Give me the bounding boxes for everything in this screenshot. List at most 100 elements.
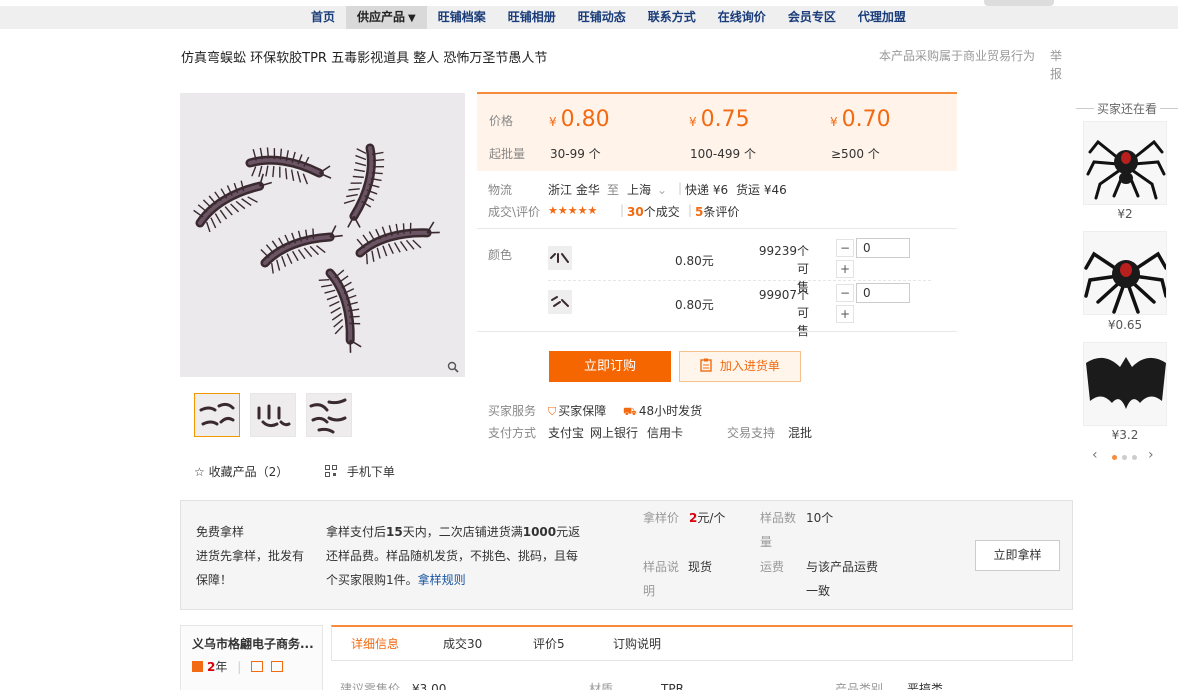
qty-increment-button-1[interactable]: + xyxy=(836,260,854,278)
tab-order-notes[interactable]: 订购说明 xyxy=(613,635,661,652)
rail-price-2: ¥0.65 xyxy=(1107,318,1143,332)
reviews-text: 条评价 xyxy=(703,205,740,219)
deals-num: 30 xyxy=(627,205,644,219)
years-text: 年 xyxy=(215,660,228,674)
qty-input-1[interactable] xyxy=(856,238,910,258)
chevron-right-icon[interactable]: › xyxy=(1148,447,1154,463)
nav-album[interactable]: 旺铺相册 xyxy=(497,6,567,29)
rail-item-3[interactable] xyxy=(1083,342,1167,426)
attr-retail-price: 建议零售价 ¥3.00 xyxy=(340,680,446,690)
sample-price-label: 拿样价 xyxy=(643,511,680,525)
bat-image xyxy=(1084,343,1166,425)
trade-note: 本产品采购属于商业贸易行为 xyxy=(879,49,1036,63)
reviews-count-link[interactable]: 5条评价 xyxy=(695,203,739,220)
nav-profile[interactable]: 旺铺档案 xyxy=(427,6,497,29)
buyer-guarantee[interactable]: ⛉ 买家保障 xyxy=(548,402,606,419)
tab-details[interactable]: 详细信息 xyxy=(351,635,399,652)
currency-symbol: ¥ xyxy=(549,115,557,129)
sample-ship-value: 一致 xyxy=(806,584,831,598)
mobile-order-button[interactable]: 手机下单 xyxy=(325,463,395,480)
zoom-icon[interactable] xyxy=(447,361,461,375)
rail-item-2[interactable] xyxy=(1083,231,1167,315)
qty-increment-button-2[interactable]: + xyxy=(836,305,854,323)
qty-input-2[interactable] xyxy=(856,283,910,303)
order-now-button[interactable]: 立即订购 xyxy=(549,351,671,382)
centipede-thumb-image xyxy=(309,398,347,434)
attr-key: 建议零售价 xyxy=(340,682,401,690)
clipboard-icon xyxy=(700,358,712,373)
shop-name-link[interactable]: 义乌市格翩电子商务... xyxy=(192,635,316,652)
rule-text: 个买家限购1件。 xyxy=(326,573,418,587)
tier-qty-3: ≥500 个 xyxy=(831,147,880,161)
tab-reviews[interactable]: 评价5 xyxy=(533,635,565,652)
rule-text: 元返 xyxy=(556,525,581,539)
spider-image xyxy=(1084,122,1166,204)
freight-fee: 货运 ¥46 xyxy=(736,183,787,197)
shop-years: 2年 | xyxy=(192,658,283,675)
thumbnail-strip xyxy=(194,393,352,437)
logistics-from: 浙江 金华 xyxy=(548,183,600,197)
currency-symbol: ¥ xyxy=(689,115,697,129)
pager-dot[interactable] xyxy=(1132,455,1137,460)
stock-line: 99907个可 xyxy=(758,288,809,320)
price-label: 价格 xyxy=(489,114,514,128)
qty-decrement-button-1[interactable]: − xyxy=(836,239,854,257)
pager-dot-active[interactable] xyxy=(1112,455,1117,460)
pager-dot[interactable] xyxy=(1122,455,1127,460)
nav-label: 代理加盟 xyxy=(857,10,906,24)
nav-contact[interactable]: 联系方式 xyxy=(637,6,707,29)
qr-code-icon xyxy=(325,465,337,479)
trade-label: 成交\评价 xyxy=(488,205,541,219)
report-link[interactable]: 举报 xyxy=(1050,47,1064,83)
attr-key: 材质 xyxy=(589,682,614,690)
nav-members[interactable]: 会员专区 xyxy=(777,6,847,29)
free-sample-panel: 免费拿样 进货先拿样，批发有 保障！ 拿样支付后15天内，二次店铺进货满1000… xyxy=(180,500,1073,610)
nav-inquiry[interactable]: 在线询价 xyxy=(707,6,777,29)
deals-count-link[interactable]: 30个成交 xyxy=(627,203,680,220)
price-value: 0.80 xyxy=(560,107,610,132)
logistics-destination-select[interactable]: 上海 ⌄ xyxy=(627,181,667,198)
favorite-button[interactable]: ☆ 收藏产品（2） xyxy=(194,463,288,480)
guarantee-label: 买家保障 xyxy=(558,404,607,418)
nav-label: 在线询价 xyxy=(717,10,766,24)
sample-rule-line: 拿样支付后15天内，二次店铺进货满1000元返 xyxy=(326,520,580,544)
tier-price-2: ¥0.75 xyxy=(689,107,750,132)
rail-pager: ‹ › xyxy=(1092,447,1158,465)
attr-material: 材质 TPR xyxy=(589,680,684,690)
sku-thumbnail-2[interactable] xyxy=(548,290,572,314)
rail-price-1: ¥2 xyxy=(1117,207,1133,221)
nav-news[interactable]: 旺铺动态 xyxy=(567,6,637,29)
tab-deals[interactable]: 成交30 xyxy=(443,635,482,652)
section-divider xyxy=(477,228,957,229)
thumbnail-1[interactable] xyxy=(194,393,240,437)
add-to-cart-button[interactable]: 加入进货单 xyxy=(679,351,801,382)
divider: | xyxy=(237,660,242,674)
attr-category: 产品类别 恶搞类 xyxy=(835,680,943,690)
qty-decrement-button-2[interactable]: − xyxy=(836,284,854,302)
support-value: 混批 xyxy=(788,426,813,440)
main-product-image[interactable] xyxy=(180,93,465,377)
top-corner-decoration xyxy=(984,0,1054,6)
centipede-sku-image xyxy=(551,296,569,307)
centipede-thumb-image xyxy=(257,404,291,428)
sku-thumbnail-1[interactable] xyxy=(548,246,572,270)
nav-agency[interactable]: 代理加盟 xyxy=(847,6,917,29)
moq-label: 起批量 xyxy=(489,147,526,161)
sample-desc-line: 进货先拿样，批发有 xyxy=(196,549,305,563)
sample-rules-link[interactable]: 拿样规则 xyxy=(418,573,466,587)
chevron-left-icon[interactable]: ‹ xyxy=(1092,447,1098,463)
thumbnail-3[interactable] xyxy=(306,393,352,437)
nav-products[interactable]: 供应产品 ▼ xyxy=(346,6,427,29)
attr-key: 产品类别 xyxy=(835,682,884,690)
get-sample-button[interactable]: 立即拿样 xyxy=(975,540,1060,571)
ship-48h[interactable]: ⛟ 48小时发货 xyxy=(623,402,702,420)
detail-tabs: 详细信息 成交30 评价5 订购说明 xyxy=(331,625,1073,661)
certified-badge-icon xyxy=(270,661,283,672)
thumbnail-2[interactable] xyxy=(250,393,296,437)
product-title: 仿真弯蜈蚣 环保软胶TPR 五毒影视道具 整人 恐怖万圣节愚人节 xyxy=(181,51,548,66)
sample-count-label: 量 xyxy=(760,535,773,549)
sample-ship-label: 运费 xyxy=(760,560,785,574)
nav-home[interactable]: 首页 xyxy=(300,6,346,29)
deals-text: 个成交 xyxy=(643,205,680,219)
rail-item-1[interactable] xyxy=(1083,121,1167,205)
